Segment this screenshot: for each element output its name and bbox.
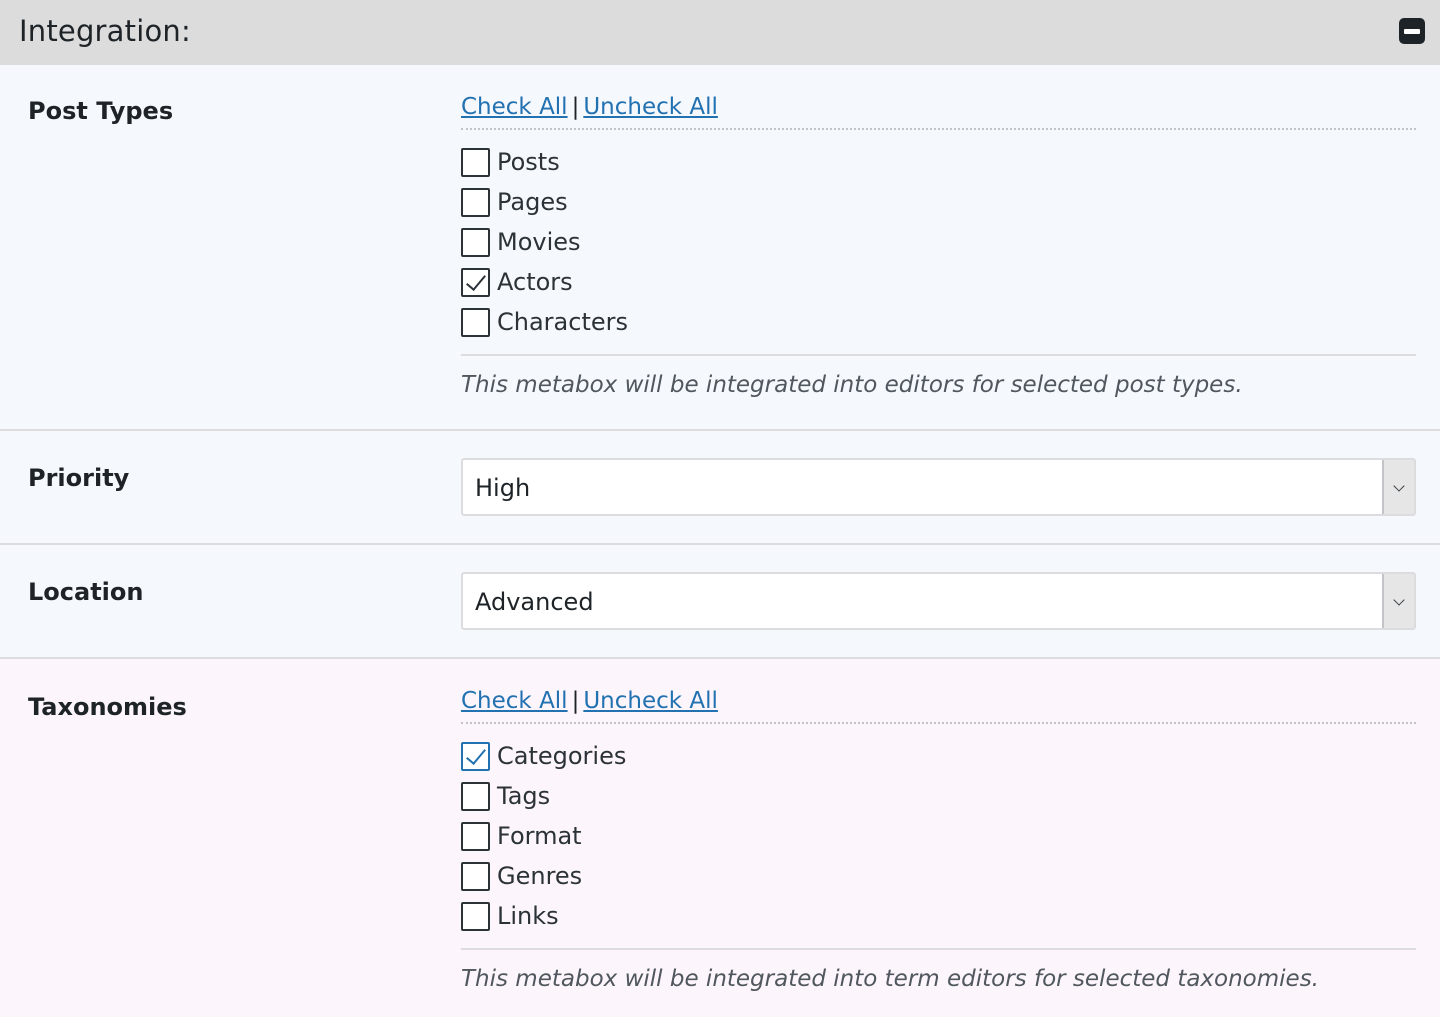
checkbox-item-genres[interactable]: Genres xyxy=(461,856,1416,896)
checkbox-links[interactable] xyxy=(461,901,490,931)
location-select[interactable]: Advanced xyxy=(461,572,1416,630)
link-separator: | xyxy=(571,688,580,714)
checkbox-item-characters[interactable]: Characters xyxy=(461,302,1416,342)
dotted-divider xyxy=(461,722,1416,724)
location-label: Location xyxy=(28,578,144,606)
checkbox-item-tags[interactable]: Tags xyxy=(461,776,1416,816)
taxonomies-check-links: Check All | Uncheck All xyxy=(461,686,1416,720)
post-types-description: This metabox will be integrated into edi… xyxy=(461,372,1243,398)
solid-divider xyxy=(461,948,1416,950)
checkbox-label: Genres xyxy=(497,862,583,890)
taxonomies-uncheck-all-link[interactable]: Uncheck All xyxy=(583,688,718,714)
priority-select[interactable]: High xyxy=(461,458,1416,516)
checkbox-item-pages[interactable]: Pages xyxy=(461,182,1416,222)
checkbox-label: Characters xyxy=(497,308,628,336)
panel-header: Integration: xyxy=(0,0,1440,65)
checkbox-item-movies[interactable]: Movies xyxy=(461,222,1416,262)
checkbox-characters[interactable] xyxy=(461,307,490,337)
taxonomies-field: Check All | Uncheck All Categories Tags Fo… xyxy=(461,686,1416,992)
priority-section: Priority High xyxy=(0,431,1440,545)
checkbox-movies[interactable] xyxy=(461,227,490,257)
checkbox-label: Posts xyxy=(497,148,560,176)
checkbox-item-posts[interactable]: Posts xyxy=(461,142,1416,182)
location-select-value: Advanced xyxy=(475,588,594,616)
checkbox-item-categories[interactable]: Categories xyxy=(461,736,1416,776)
taxonomies-label: Taxonomies xyxy=(28,693,187,721)
checkbox-item-links[interactable]: Links xyxy=(461,896,1416,936)
post-types-check-all-link[interactable]: Check All xyxy=(461,94,568,120)
checkbox-label: Movies xyxy=(497,228,581,256)
post-types-uncheck-all-link[interactable]: Uncheck All xyxy=(583,94,718,120)
collapse-icon[interactable] xyxy=(1399,18,1425,44)
taxonomies-section: Taxonomies Check All | Uncheck All Categor… xyxy=(0,659,1440,1017)
panel-title: Integration: xyxy=(19,14,191,48)
post-types-section: Post Types Check All | Uncheck All Posts P… xyxy=(0,65,1440,431)
checkbox-pages[interactable] xyxy=(461,187,490,217)
post-types-check-links: Check All | Uncheck All xyxy=(461,92,1416,126)
integration-panel: Integration: Post Types Check All | Unchec… xyxy=(0,0,1440,1017)
checkbox-actors[interactable] xyxy=(461,267,490,297)
post-types-checkbox-list: Posts Pages Movies Actors Characters xyxy=(461,142,1416,342)
priority-label: Priority xyxy=(28,464,130,492)
taxonomies-description: This metabox will be integrated into ter… xyxy=(461,966,1319,992)
checkbox-label: Categories xyxy=(497,742,627,770)
priority-select-value: High xyxy=(475,474,531,502)
dotted-divider xyxy=(461,128,1416,130)
solid-divider xyxy=(461,354,1416,356)
post-types-field: Check All | Uncheck All Posts Pages Movies… xyxy=(461,92,1416,398)
checkbox-categories[interactable] xyxy=(461,741,490,771)
checkbox-genres[interactable] xyxy=(461,861,490,891)
taxonomies-checkbox-list: Categories Tags Format Genres Links xyxy=(461,736,1416,936)
checkbox-item-format[interactable]: Format xyxy=(461,816,1416,856)
checkbox-posts[interactable] xyxy=(461,147,490,177)
chevron-down-icon[interactable] xyxy=(1382,574,1414,628)
link-separator: | xyxy=(571,94,580,120)
chevron-down-icon[interactable] xyxy=(1382,460,1414,514)
taxonomies-check-all-link[interactable]: Check All xyxy=(461,688,568,714)
checkbox-label: Format xyxy=(497,822,582,850)
location-section: Location Advanced xyxy=(0,545,1440,659)
checkbox-tags[interactable] xyxy=(461,781,490,811)
checkbox-label: Pages xyxy=(497,188,568,216)
checkbox-label: Actors xyxy=(497,268,573,296)
post-types-label: Post Types xyxy=(28,97,174,125)
checkbox-format[interactable] xyxy=(461,821,490,851)
checkbox-item-actors[interactable]: Actors xyxy=(461,262,1416,302)
checkbox-label: Tags xyxy=(497,782,551,810)
checkbox-label: Links xyxy=(497,902,559,930)
